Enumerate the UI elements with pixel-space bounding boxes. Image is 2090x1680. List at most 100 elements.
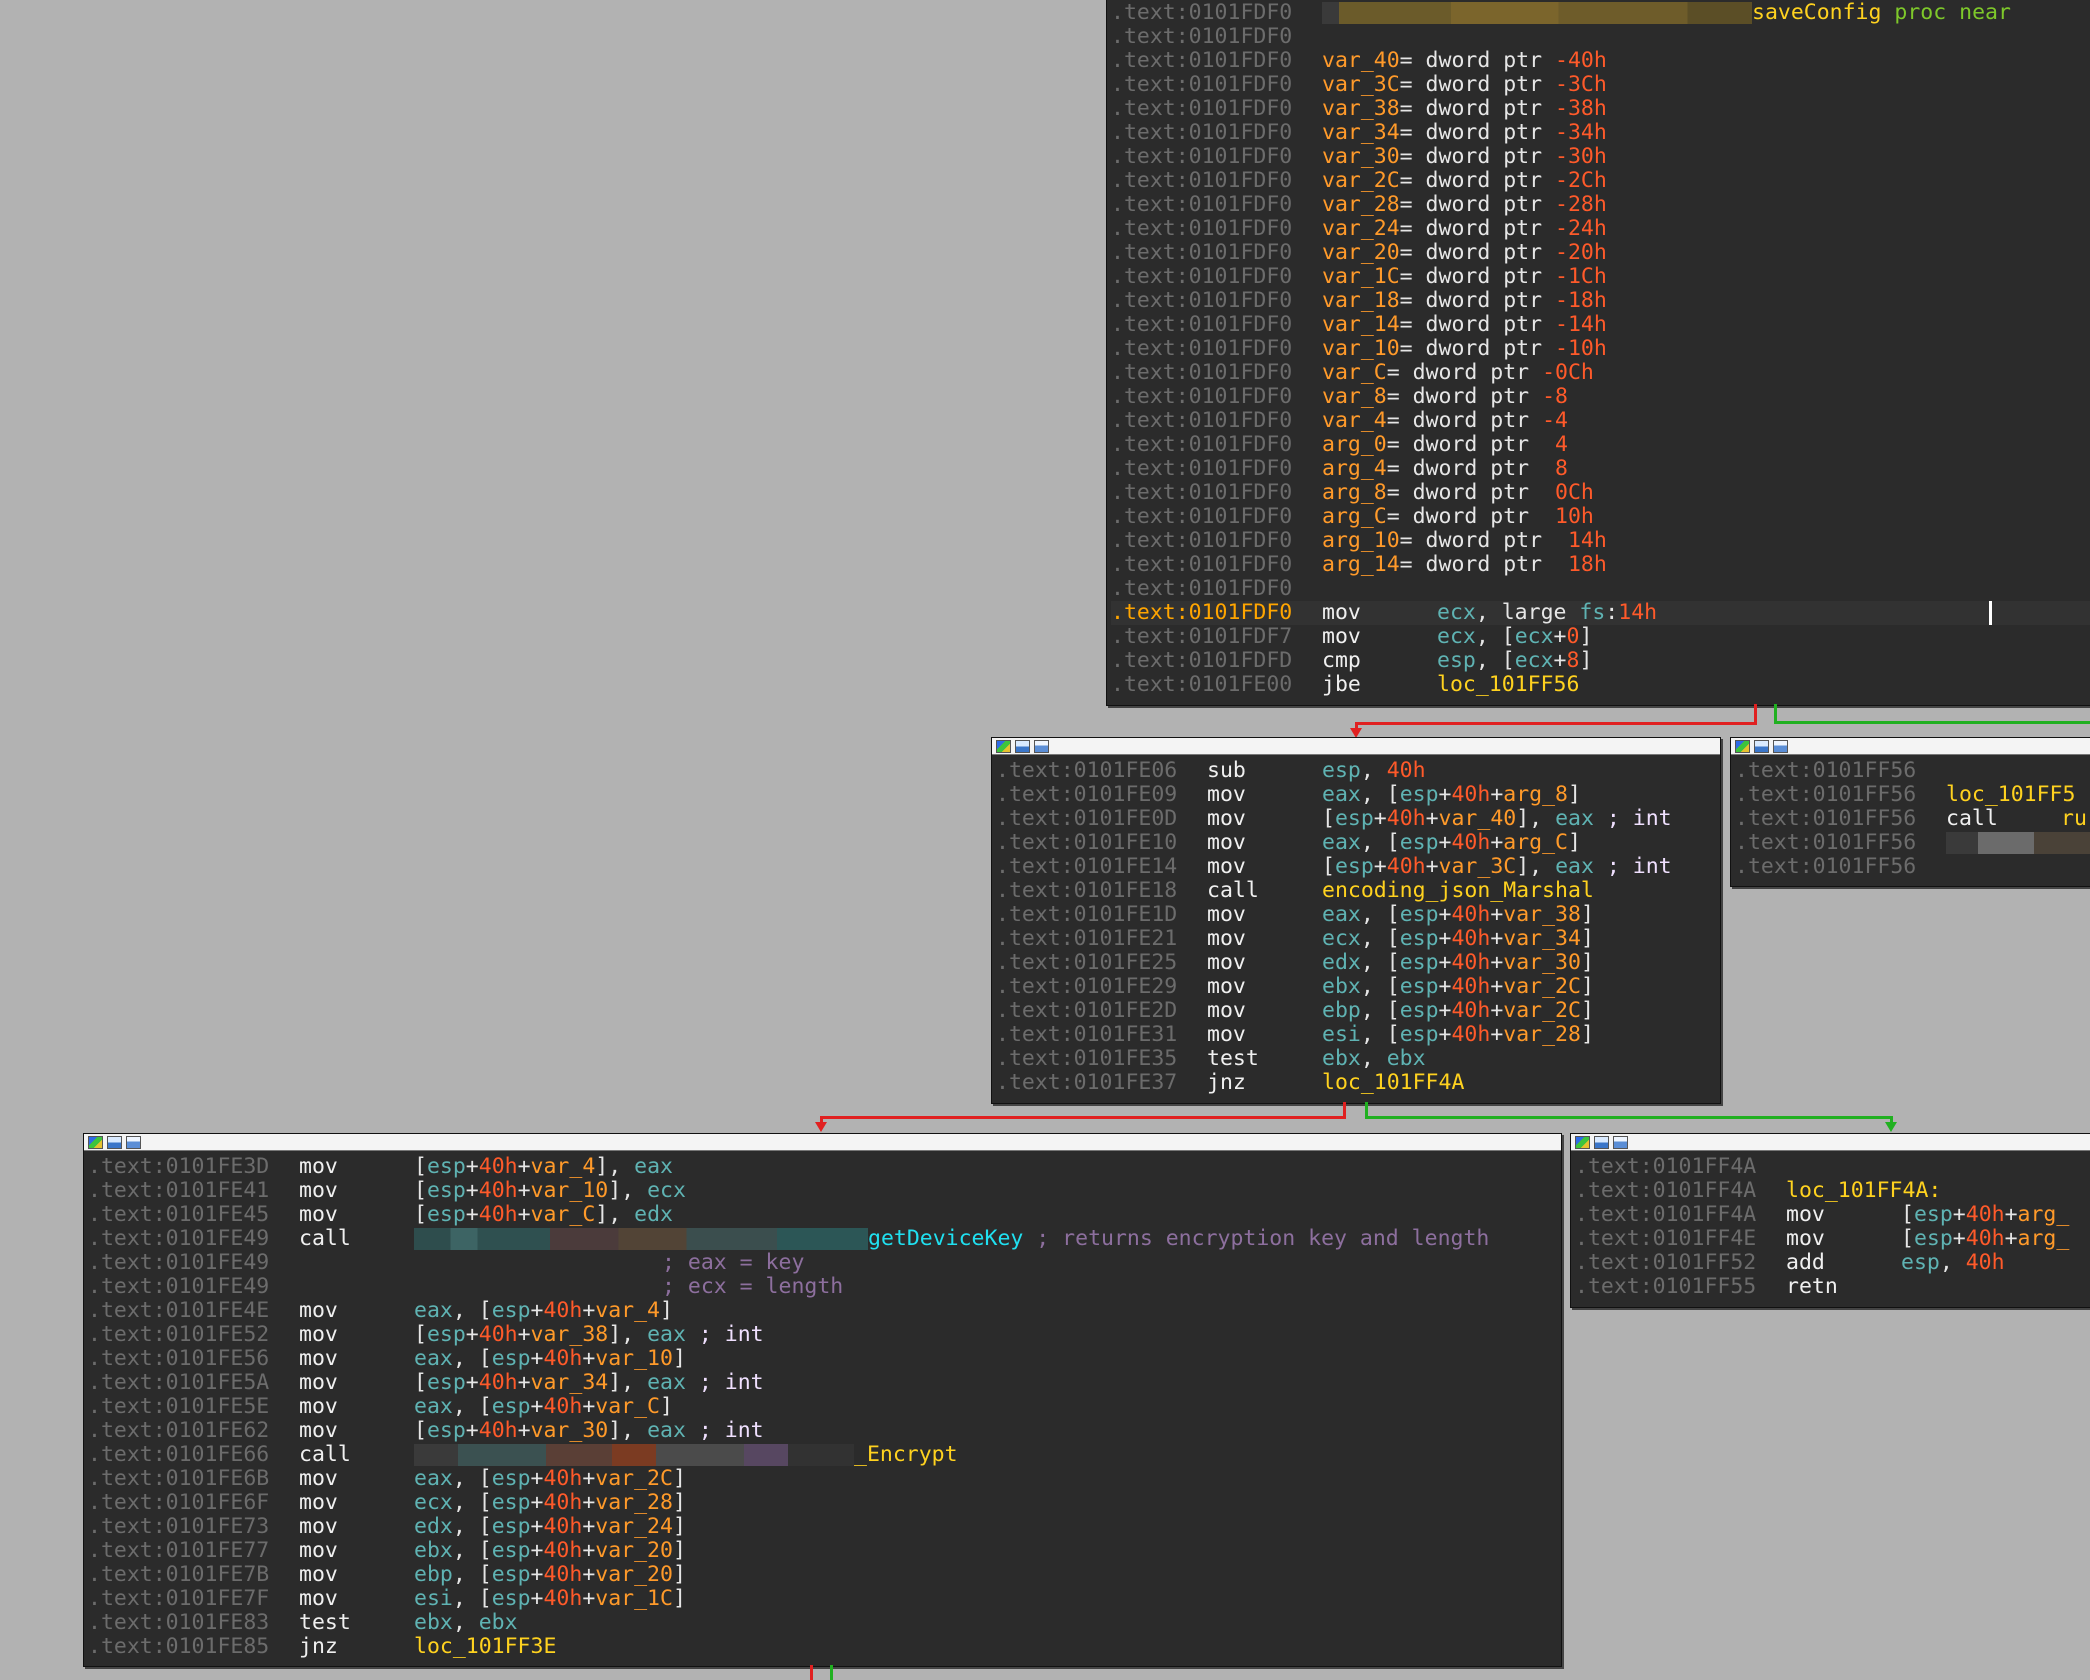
register[interactable]: eax xyxy=(414,1298,453,1323)
stack-var-definition[interactable]: .text:0101FDF0 var_40= dword ptr -40h xyxy=(1111,49,2090,73)
stack-var-definition[interactable]: .text:0101FDF0 arg_14= dword ptr 18h xyxy=(1111,553,2090,577)
register[interactable]: eax xyxy=(1555,854,1594,879)
stack-variable[interactable]: var_40 xyxy=(1322,48,1400,73)
register[interactable]: esp xyxy=(492,1562,531,1587)
stack-var-definition[interactable]: .text:0101FDF0 var_3C= dword ptr -3Ch xyxy=(1111,73,2090,97)
register[interactable]: esp xyxy=(1901,1250,1940,1275)
register[interactable]: esp xyxy=(427,1178,466,1203)
register[interactable]: eax xyxy=(647,1322,686,1347)
graph-icon[interactable] xyxy=(1015,740,1030,753)
stack-var-definition[interactable]: .text:0101FDF0 var_20= dword ptr -20h xyxy=(1111,241,2090,265)
stack-variable[interactable]: var_1C xyxy=(1322,264,1400,289)
stack-variable[interactable]: var_4 xyxy=(1322,408,1387,433)
instruction-line[interactable]: .text:0101FE1D mov eax, [esp+40h+var_38] xyxy=(996,903,1720,927)
instruction-line[interactable]: .text:0101FE14 mov [esp+40h+var_3C], eax ;… xyxy=(996,855,1720,879)
register[interactable]: esp xyxy=(492,1466,531,1491)
stack-variable[interactable]: arg_C xyxy=(1503,830,1568,855)
register[interactable]: esp xyxy=(1400,926,1439,951)
instruction-line[interactable]: .text:0101FE5A mov [esp+40h+var_34], eax ;… xyxy=(88,1371,1561,1395)
code-label[interactable]: loc_101FF5 xyxy=(1946,782,2075,807)
instruction-line[interactable]: .text:0101FE56 mov eax, [esp+40h+var_10] xyxy=(88,1347,1561,1371)
blank-line[interactable]: .text:0101FDF0 xyxy=(1111,577,2090,601)
register[interactable]: eax xyxy=(1322,782,1361,807)
stack-variable[interactable]: var_4 xyxy=(595,1298,660,1323)
stack-variable[interactable]: var_2C xyxy=(1503,998,1581,1023)
register[interactable]: esp xyxy=(427,1418,466,1443)
register[interactable]: esp xyxy=(492,1346,531,1371)
stack-variable[interactable]: arg_0 xyxy=(1322,432,1387,457)
stack-variable[interactable]: var_4 xyxy=(531,1154,596,1179)
register[interactable]: esp xyxy=(1400,782,1439,807)
graph-node-marshal[interactable]: .text:0101FE06 sub esp, 40h .text:0101FE09… xyxy=(991,737,1721,1104)
register[interactable]: eax xyxy=(1322,902,1361,927)
window-icon[interactable] xyxy=(1034,740,1049,753)
color-icon[interactable] xyxy=(88,1136,103,1149)
stack-var-definition[interactable]: .text:0101FDF0 var_30= dword ptr -30h xyxy=(1111,145,2090,169)
instruction-line[interactable]: .text:0101FF4A mov [esp+40h+arg_ xyxy=(1575,1203,2090,1227)
stack-variable[interactable]: var_C xyxy=(595,1394,660,1419)
call-target[interactable]: ru xyxy=(2061,806,2087,831)
instruction-line[interactable]: .text:0101FE7B mov ebp, [esp+40h+var_20] xyxy=(88,1563,1561,1587)
instruction-line[interactable]: .text:0101FE73 mov edx, [esp+40h+var_24] xyxy=(88,1515,1561,1539)
instruction-line[interactable]: .text:0101FF55 retn xyxy=(1575,1275,2090,1299)
call-target[interactable]: encoding_json_Marshal xyxy=(1322,878,1594,903)
stack-variable[interactable]: var_2C xyxy=(1322,168,1400,193)
stack-var-definition[interactable]: .text:0101FDF0 var_8= dword ptr -8 xyxy=(1111,385,2090,409)
graph-node-encrypt[interactable]: .text:0101FE3D mov [esp+40h+var_4], eax .te… xyxy=(83,1133,1562,1667)
instruction-line[interactable]: .text:0101FE85 jnz loc_101FF3E xyxy=(88,1635,1561,1659)
register[interactable]: esp xyxy=(1322,758,1361,783)
instruction-line[interactable]: .text:0101FE31 mov esi, [esp+40h+var_28] xyxy=(996,1023,1720,1047)
register[interactable]: esi xyxy=(1322,1022,1361,1047)
register[interactable]: eax xyxy=(1322,830,1361,855)
stack-var-definition[interactable]: .text:0101FDF0 var_38= dword ptr -38h xyxy=(1111,97,2090,121)
instruction-line[interactable]: .text:0101FE4E mov eax, [esp+40h+var_4] xyxy=(88,1299,1561,1323)
instruction-line[interactable]: .text:0101FDF7 mov ecx, [ecx+0] xyxy=(1111,625,2090,649)
instruction-line[interactable]: .text:0101FE09 mov eax, [esp+40h+arg_8] xyxy=(996,783,1720,807)
stack-variable[interactable]: var_24 xyxy=(595,1514,673,1539)
stack-variable[interactable]: arg_4 xyxy=(1322,456,1387,481)
stack-variable[interactable]: arg_10 xyxy=(1322,528,1400,553)
window-icon[interactable] xyxy=(1613,1136,1628,1149)
stack-variable[interactable]: var_34 xyxy=(1322,120,1400,145)
register[interactable]: esp xyxy=(492,1298,531,1323)
stack-var-definition[interactable]: .text:0101FDF0 var_24= dword ptr -24h xyxy=(1111,217,2090,241)
stack-var-definition[interactable]: .text:0101FDF0 arg_0= dword ptr 4 xyxy=(1111,433,2090,457)
register[interactable]: esp xyxy=(1400,974,1439,999)
stack-variable[interactable]: var_10 xyxy=(1322,336,1400,361)
register[interactable]: ebp xyxy=(1322,998,1361,1023)
stack-variable[interactable]: var_10 xyxy=(531,1178,609,1203)
register[interactable]: esp xyxy=(1400,950,1439,975)
stack-variable[interactable]: var_30 xyxy=(1322,144,1400,169)
register[interactable]: ecx xyxy=(1437,600,1476,625)
instruction-line[interactable]: .text:0101FE7F mov esi, [esp+40h+var_1C] xyxy=(88,1587,1561,1611)
instruction-line[interactable]: .text:0101FE62 mov [esp+40h+var_30], eax ;… xyxy=(88,1419,1561,1443)
register[interactable]: esp xyxy=(1335,854,1374,879)
register[interactable]: esp xyxy=(1400,902,1439,927)
register[interactable]: ebx xyxy=(414,1538,453,1563)
register[interactable]: esp xyxy=(427,1322,466,1347)
instruction-line[interactable]: .text:0101FE49 call getDeviceKey ; returns… xyxy=(88,1227,1561,1251)
node-header[interactable] xyxy=(84,1134,1561,1151)
register[interactable]: eax xyxy=(414,1394,453,1419)
stack-variable[interactable]: var_34 xyxy=(531,1370,609,1395)
register[interactable]: esp xyxy=(492,1586,531,1611)
code-label[interactable]: loc_101FF4A: xyxy=(1786,1178,1941,1203)
register[interactable]: esp xyxy=(1400,830,1439,855)
stack-variable[interactable]: arg_14 xyxy=(1322,552,1400,577)
register[interactable]: ecx xyxy=(1437,624,1476,649)
stack-var-definition[interactable]: .text:0101FDF0 arg_10= dword ptr 14h xyxy=(1111,529,2090,553)
blank-line[interactable]: .text:0101FDF0 xyxy=(1111,25,2090,49)
register[interactable]: edx xyxy=(634,1202,673,1227)
register[interactable]: ecx xyxy=(1515,648,1554,673)
register[interactable]: esp xyxy=(492,1514,531,1539)
register[interactable]: eax xyxy=(647,1370,686,1395)
graph-node-loc-101ff56[interactable]: .text:0101FF56 .text:0101FF56 loc_101FF5 … xyxy=(1730,737,2090,887)
stack-variable[interactable]: var_20 xyxy=(1322,240,1400,265)
stack-variable[interactable]: var_28 xyxy=(595,1490,673,1515)
instruction-line[interactable]: .text:0101FE10 mov eax, [esp+40h+arg_C] xyxy=(996,831,1720,855)
stack-variable[interactable]: var_18 xyxy=(1322,288,1400,313)
redacted-line[interactable]: .text:0101FF56 xyxy=(1735,831,2090,855)
graph-node-saveconfig[interactable]: .text:0101FDF0 saveConfig proc near .text… xyxy=(1106,0,2090,706)
instruction-line[interactable]: .text:0101FE41 mov [esp+40h+var_10], ecx xyxy=(88,1179,1561,1203)
proc-header-line[interactable]: .text:0101FDF0 saveConfig proc near xyxy=(1111,1,2090,25)
